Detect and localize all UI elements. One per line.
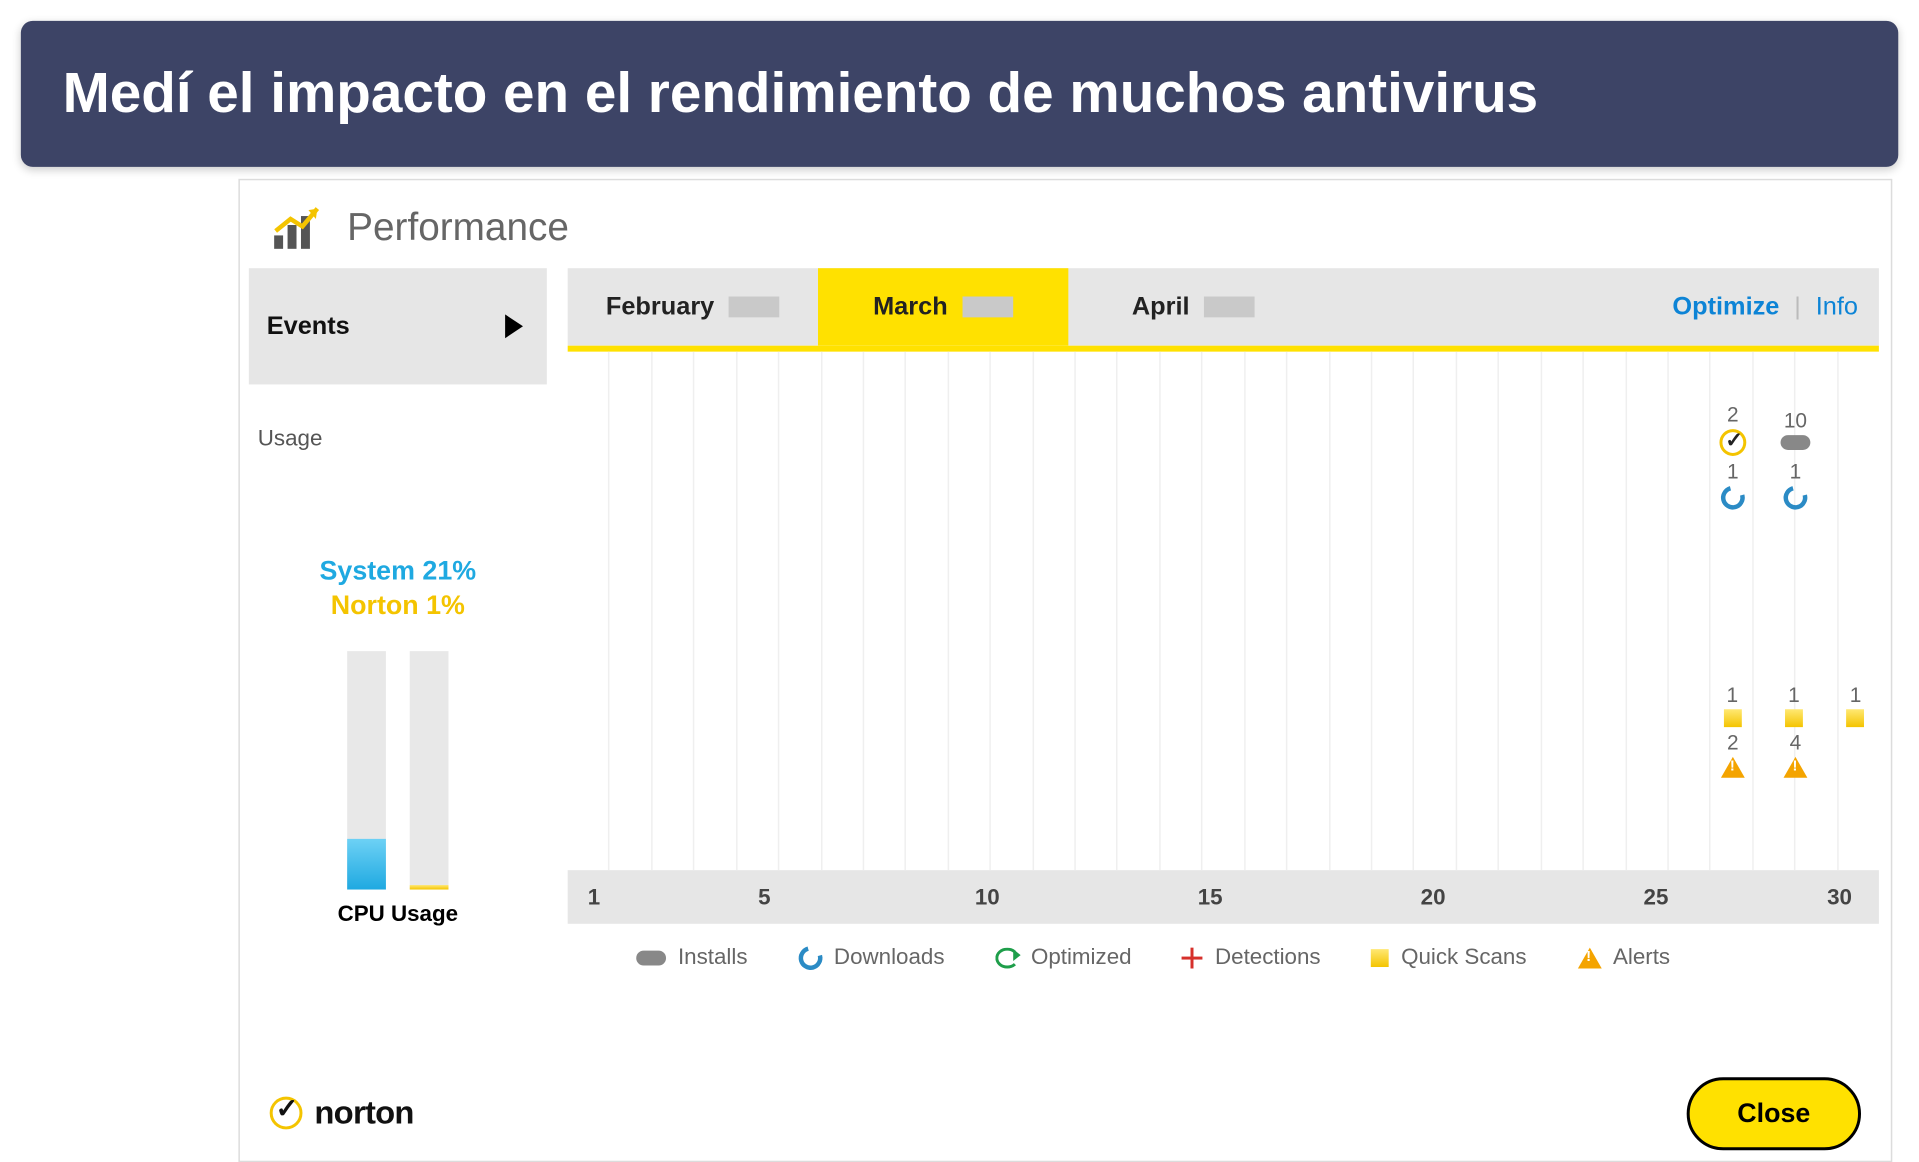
count: 1 [1727, 682, 1739, 706]
optimize-link[interactable]: Optimize [1672, 292, 1779, 322]
legend-installs: Installs [636, 945, 747, 970]
cpu-bar-norton [410, 651, 449, 889]
download-icon [1717, 481, 1750, 514]
tab-april[interactable]: April [1068, 268, 1318, 345]
detection-icon [1182, 947, 1203, 968]
info-link[interactable]: Info [1816, 292, 1858, 322]
legend-label: Optimized [1031, 945, 1132, 970]
headline-banner: Medí el impacto en el rendimiento de muc… [21, 21, 1898, 167]
tab-label: April [1132, 292, 1190, 322]
install-icon [1781, 435, 1811, 450]
events-button[interactable]: Events [249, 268, 547, 384]
legend-alerts: Alerts [1577, 945, 1670, 970]
axis-tick: 15 [1198, 884, 1223, 909]
legend-label: Installs [678, 945, 748, 970]
month-tabs: February March April Optimize | Inf [568, 268, 1879, 345]
axis-tick: 1 [588, 884, 600, 909]
cpu-system-text: System 21% [249, 556, 547, 587]
count: 2 [1727, 730, 1739, 754]
month-chip-icon [1204, 297, 1255, 318]
main-panel: February March April Optimize | Inf [547, 268, 1891, 970]
month-chip-icon [729, 297, 780, 318]
legend-label: Alerts [1613, 945, 1670, 970]
cpu-bar-system-fill [347, 839, 386, 889]
quickscan-icon [1723, 709, 1741, 727]
tab-label: February [606, 292, 714, 322]
cpu-bars [249, 651, 547, 889]
legend-label: Quick Scans [1401, 945, 1526, 970]
download-icon [794, 941, 827, 974]
download-icon [1779, 481, 1812, 514]
legend-label: Downloads [834, 945, 945, 970]
alert-icon [1721, 757, 1745, 778]
check-icon [1719, 429, 1746, 456]
legend-optimized: Optimized [995, 945, 1131, 970]
alert-icon [1577, 947, 1601, 968]
month-chip-icon [963, 297, 1014, 318]
norton-check-icon [270, 1097, 303, 1130]
count: 4 [1790, 730, 1802, 754]
cpu-usage-block: System 21% Norton 1% CPU Usage [249, 556, 547, 927]
x-axis: 1 5 10 15 20 25 30 [568, 870, 1879, 924]
count: 2 [1727, 402, 1739, 426]
alert-icon [1784, 757, 1808, 778]
window-header: Performance [240, 180, 1891, 268]
brand-logo: norton [270, 1094, 414, 1133]
count: 1 [1790, 459, 1802, 483]
calendar-grid: 2 10 1 1 1 1 1 [568, 346, 1879, 870]
optimized-icon [995, 947, 1019, 968]
tab-label: March [873, 292, 948, 322]
cpu-bar-norton-fill [410, 886, 449, 890]
triangle-right-icon [505, 314, 523, 338]
axis-tick: 5 [758, 884, 770, 909]
window-footer: norton Close [240, 1065, 1891, 1160]
install-icon [636, 950, 666, 965]
count: 1 [1788, 682, 1800, 706]
count: 1 [1727, 459, 1739, 483]
axis-tick: 25 [1644, 884, 1669, 909]
axis-tick: 10 [975, 884, 1000, 909]
events-label: Events [267, 311, 350, 341]
performance-icon [273, 205, 327, 250]
cpu-norton-text: Norton 1% [249, 590, 547, 621]
performance-window: Performance Events Usage System 21% Nort… [238, 179, 1892, 1162]
close-button[interactable]: Close [1687, 1077, 1861, 1150]
legend-quickscans: Quick Scans [1371, 945, 1526, 970]
event-markers: 2 10 1 1 1 1 1 [1715, 402, 1873, 780]
usage-label: Usage [249, 384, 547, 451]
headline-text: Medí el impacto en el rendimiento de muc… [63, 62, 1539, 126]
separator: | [1794, 292, 1801, 322]
legend-label: Detections [1215, 945, 1321, 970]
tab-february[interactable]: February [568, 268, 818, 345]
cpu-bar-system [347, 651, 386, 889]
legend: Installs Downloads Optimized Detections … [636, 945, 1879, 970]
legend-detections: Detections [1182, 945, 1320, 970]
quickscan-icon [1847, 709, 1865, 727]
quickscan-icon [1371, 948, 1389, 966]
axis-tick: 30 [1827, 884, 1852, 909]
count: 10 [1784, 408, 1807, 432]
count: 1 [1850, 682, 1862, 706]
quickscan-icon [1785, 709, 1803, 727]
legend-downloads: Downloads [798, 945, 944, 970]
tab-march[interactable]: March [818, 268, 1068, 345]
grid-lines [568, 352, 1879, 871]
page-title: Performance [347, 204, 569, 250]
axis-tick: 20 [1421, 884, 1446, 909]
sidebar: Events Usage System 21% Norton 1% [240, 268, 547, 970]
cpu-caption: CPU Usage [249, 901, 547, 926]
brand-text: norton [314, 1094, 413, 1133]
